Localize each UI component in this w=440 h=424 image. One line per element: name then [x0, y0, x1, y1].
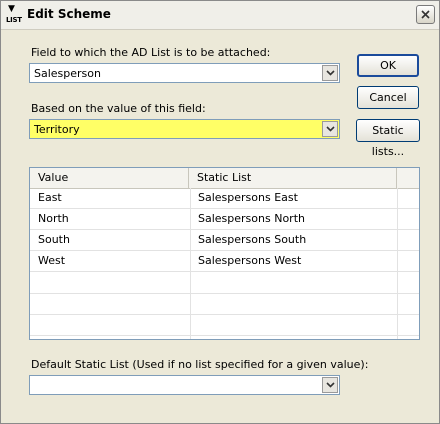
value-cell[interactable]: South [30, 230, 190, 251]
value-cell[interactable]: East [30, 188, 190, 209]
icon-arrow: ▼ [8, 4, 15, 14]
table-row[interactable]: South Salespersons South [30, 230, 419, 251]
empty-row-line [30, 314, 419, 315]
edit-scheme-dialog: ▼ LIST Edit Scheme Field to which the AD… [0, 0, 440, 424]
default-list-combo[interactable] [29, 375, 340, 395]
ok-button[interactable]: OK [357, 54, 419, 77]
static-list-cell[interactable]: Salespersons West [190, 251, 397, 272]
based-on-field-value: Territory [34, 123, 80, 136]
attach-field-dropdown-button[interactable] [322, 65, 338, 81]
value-list-table[interactable]: Value Static List East Salespersons East… [29, 167, 420, 340]
value-cell[interactable]: North [30, 209, 190, 230]
default-list-label: Default Static List (Used if no list spe… [31, 358, 369, 371]
dialog-title: Edit Scheme [27, 7, 111, 21]
cancel-button[interactable]: Cancel [357, 86, 419, 109]
static-list-cell[interactable]: Salespersons East [190, 188, 397, 209]
empty-row-line [30, 293, 419, 294]
icon-label: LIST [6, 16, 22, 24]
table-row[interactable]: West Salespersons West [30, 251, 419, 272]
static-list-cell[interactable]: Salespersons North [190, 209, 397, 230]
list-app-icon: ▼ LIST [6, 5, 24, 25]
table-row[interactable]: North Salespersons North [30, 209, 419, 230]
attach-field-label: Field to which the AD List is to be atta… [31, 46, 271, 59]
empty-row-line [30, 335, 419, 336]
column-header-value[interactable]: Value [30, 168, 189, 188]
based-on-field-dropdown-button[interactable] [322, 121, 338, 137]
default-list-dropdown-button[interactable] [322, 377, 338, 393]
title-bar: ▼ LIST Edit Scheme [1, 1, 439, 30]
chevron-down-icon [326, 70, 335, 76]
chevron-down-icon [326, 126, 335, 132]
attach-field-value: Salesperson [34, 67, 101, 80]
close-icon [421, 10, 430, 19]
chevron-down-icon [326, 382, 335, 388]
table-header: Value Static List [30, 168, 419, 189]
static-lists-button[interactable]: Static lists... [356, 119, 420, 158]
table-row[interactable]: East Salespersons East [30, 188, 419, 209]
column-header-static-list[interactable]: Static List [189, 168, 397, 188]
based-on-field-combo[interactable]: Territory [29, 119, 340, 139]
static-list-cell[interactable]: Salespersons South [190, 230, 397, 251]
attach-field-combo[interactable]: Salesperson [29, 63, 340, 83]
value-cell[interactable]: West [30, 251, 190, 272]
close-button[interactable] [416, 5, 435, 24]
based-on-field-label: Based on the value of this field: [31, 102, 206, 115]
